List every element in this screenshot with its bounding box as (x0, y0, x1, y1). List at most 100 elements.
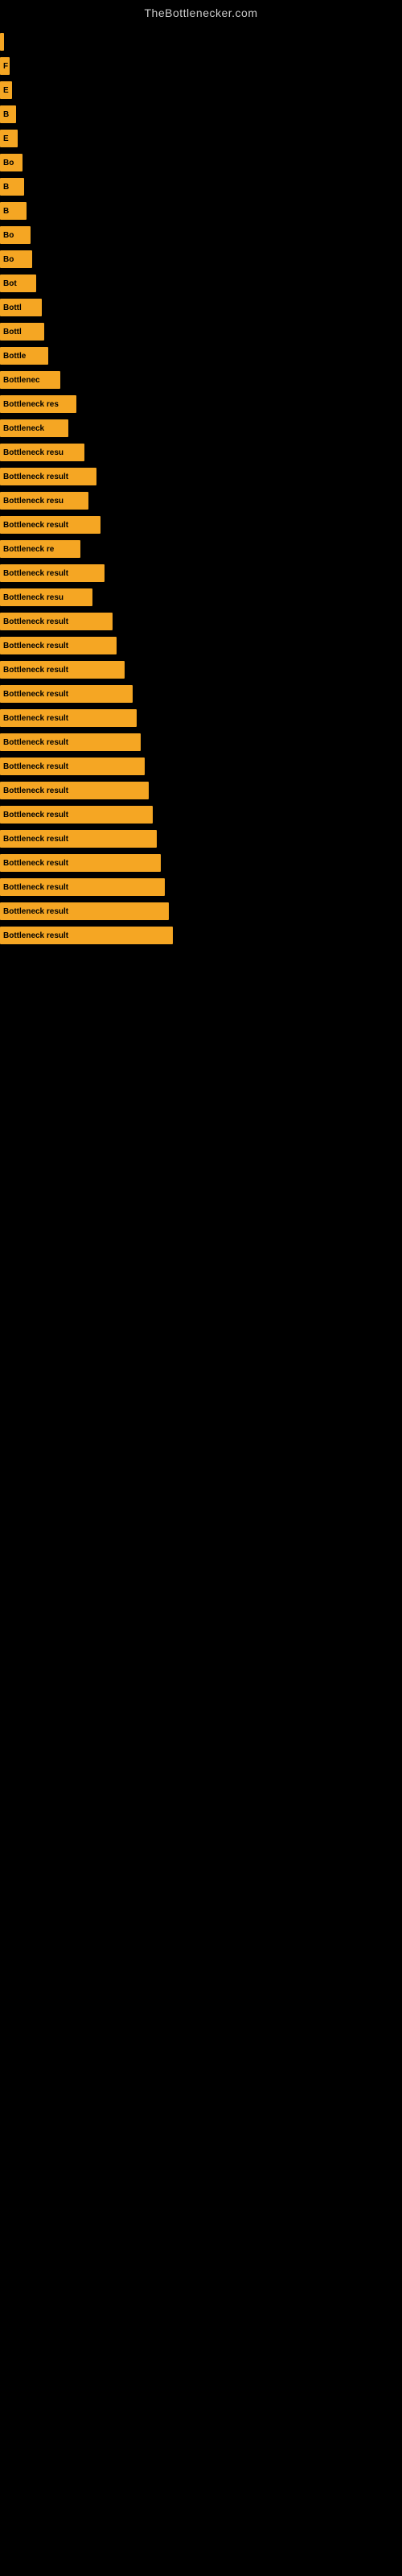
bar-label: Bottleneck result (3, 714, 68, 723)
bar-row: Bottleneck result (0, 707, 402, 729)
bar-row: Bottleneck (0, 417, 402, 440)
bar-label: Bottleneck result (3, 569, 68, 578)
bar-label: Bottleneck (3, 424, 44, 433)
bar-row: E (0, 79, 402, 101)
bar-row: F (0, 55, 402, 77)
bar-item: Bottleneck result (0, 854, 161, 872)
bar-row: Bottleneck result (0, 828, 402, 850)
bar-label: Bottleneck result (3, 521, 68, 530)
bar-row: Bottlenec (0, 369, 402, 391)
bar-label: Bottleneck result (3, 859, 68, 868)
bar-item: Bottleneck result (0, 806, 153, 824)
bar-label: Bottleneck resu (3, 497, 64, 506)
bar-label: E (3, 86, 9, 95)
bar-item: Bottleneck result (0, 564, 105, 582)
bar-item: Bottleneck (0, 419, 68, 437)
bar-item: Bottleneck result (0, 830, 157, 848)
bar-row: Bo (0, 151, 402, 174)
bar-row: Bottleneck result (0, 924, 402, 947)
bar-item: Bottleneck result (0, 709, 137, 727)
bar-row: Bottleneck result (0, 731, 402, 753)
bar-label: Bottleneck resu (3, 593, 64, 602)
bar-label: E (3, 134, 9, 143)
bar-label: Bottl (3, 328, 22, 336)
bar-row: Bottleneck result (0, 755, 402, 778)
bar-item: Bottleneck result (0, 927, 173, 944)
bar-row: Bottle (0, 345, 402, 367)
bar-row: Bottleneck resu (0, 489, 402, 512)
bar-row: Bottl (0, 320, 402, 343)
bar-label: Bottleneck result (3, 666, 68, 675)
bar-label: Bottleneck result (3, 786, 68, 795)
bar-item: Bot (0, 275, 36, 292)
bar-row: B (0, 200, 402, 222)
bar-item: Bottleneck result (0, 516, 100, 534)
bar-row: Bottleneck res (0, 393, 402, 415)
bar-item: Bottleneck result (0, 637, 117, 654)
bar-row: Bottleneck result (0, 610, 402, 633)
bar-item: Bo (0, 226, 31, 244)
bar-label: B (3, 207, 9, 216)
bar-label: Bottleneck result (3, 617, 68, 626)
site-title: TheBottlenecker.com (0, 0, 402, 23)
bar-label: Bottleneck result (3, 762, 68, 771)
bar-item: F (0, 57, 10, 75)
bar-label: Bo (3, 159, 14, 167)
bar-row: Bottleneck result (0, 562, 402, 584)
bar-item: Bottleneck res (0, 395, 76, 413)
bar-item: Bottleneck result (0, 758, 145, 775)
bar-item: E (0, 130, 18, 147)
bar-item: Bottleneck re (0, 540, 80, 558)
bar-label: F (3, 62, 8, 71)
bar-row: Bottleneck result (0, 465, 402, 488)
bar-row: Bottleneck resu (0, 586, 402, 609)
bar-item: Bo (0, 250, 32, 268)
bar-label: Bottleneck result (3, 931, 68, 940)
bar-item: Bottleneck result (0, 878, 165, 896)
bar-row: Bo (0, 224, 402, 246)
bar-row: Bottleneck result (0, 658, 402, 681)
bar-item: Bo (0, 154, 23, 171)
bars-container: F E B E Bo B B Bo Bo Bot Bottl Bottl Bottle Bottlenec… (0, 23, 402, 948)
bar-row: Bottleneck result (0, 900, 402, 923)
bar-item: Bottlenec (0, 371, 60, 389)
bar-label: Bottleneck result (3, 811, 68, 819)
bar-label: B (3, 110, 9, 119)
bar-row: Bottleneck result (0, 876, 402, 898)
bar-label: B (3, 183, 9, 192)
bar-label: Bottleneck result (3, 690, 68, 699)
bar-label: Bottleneck res (3, 400, 59, 409)
bar-row: Bo (0, 248, 402, 270)
bar-row: Bottleneck result (0, 683, 402, 705)
bar-item: Bottleneck result (0, 613, 113, 630)
bar-row: Bottleneck result (0, 634, 402, 657)
bar-row: B (0, 175, 402, 198)
bar-item: B (0, 178, 24, 196)
bar-item: Bottleneck result (0, 468, 96, 485)
bar-label: Bottle (3, 352, 26, 361)
bar-row: Bottleneck result (0, 779, 402, 802)
bar-label: Bottleneck result (3, 642, 68, 650)
bar-row: Bottleneck result (0, 803, 402, 826)
bar-row: Bottleneck result (0, 852, 402, 874)
bar-row: Bot (0, 272, 402, 295)
bar-row: Bottleneck result (0, 514, 402, 536)
bar-row: Bottleneck re (0, 538, 402, 560)
bar-item: Bottl (0, 323, 44, 341)
bar-item: Bottleneck result (0, 902, 169, 920)
bar-item (0, 33, 4, 51)
bar-item: Bottleneck result (0, 685, 133, 703)
bar-item: Bottleneck result (0, 661, 125, 679)
bar-label: Bottleneck result (3, 883, 68, 892)
bar-row (0, 31, 402, 53)
bar-label: Bottleneck resu (3, 448, 64, 457)
bar-label: Bottlenec (3, 376, 40, 385)
bar-label: Bo (3, 231, 14, 240)
bar-item: Bottleneck resu (0, 588, 92, 606)
bar-item: Bottl (0, 299, 42, 316)
bar-label: Bottl (3, 303, 22, 312)
bar-item: B (0, 105, 16, 123)
bar-item: Bottleneck result (0, 782, 149, 799)
bar-item: Bottleneck resu (0, 492, 88, 510)
bar-item: Bottleneck result (0, 733, 141, 751)
